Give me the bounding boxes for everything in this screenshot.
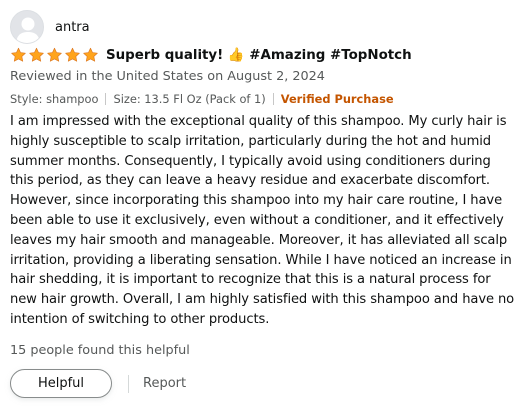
verified-purchase-badge[interactable]: Verified Purchase [281,92,394,106]
star-icon [29,47,44,62]
customer-review: antra Superb quality! 👍 #Amazing #TopNot… [0,0,520,410]
star-icon [65,47,80,62]
star-icon [47,47,62,62]
star-icon [83,47,98,62]
star-rating[interactable] [10,47,100,63]
reviewer-profile[interactable]: antra [10,10,90,44]
helpful-count: 15 people found this helpful [10,343,190,358]
review-title[interactable]: Superb quality! 👍 #Amazing #TopNotch [106,48,412,63]
product-variant-row: Style: shampoo Size: 13.5 Fl Oz (Pack of… [10,92,394,106]
variant-style[interactable]: Style: shampoo [10,92,98,106]
star-icon [11,47,26,62]
review-title-row: Superb quality! 👍 #Amazing #TopNotch [10,47,412,63]
review-actions: Helpful Report [10,369,186,398]
helpful-button[interactable]: Helpful [10,369,112,398]
divider [105,93,107,105]
review-body: I am impressed with the exceptional qual… [10,114,515,327]
divider [272,93,274,105]
report-link[interactable]: Report [143,376,186,391]
reviewer-name[interactable]: antra [55,20,90,35]
review-date: Reviewed in the United States on August … [10,69,325,84]
divider [128,374,129,393]
variant-size[interactable]: Size: 13.5 Fl Oz (Pack of 1) [113,92,265,106]
user-silhouette-icon [10,10,44,44]
